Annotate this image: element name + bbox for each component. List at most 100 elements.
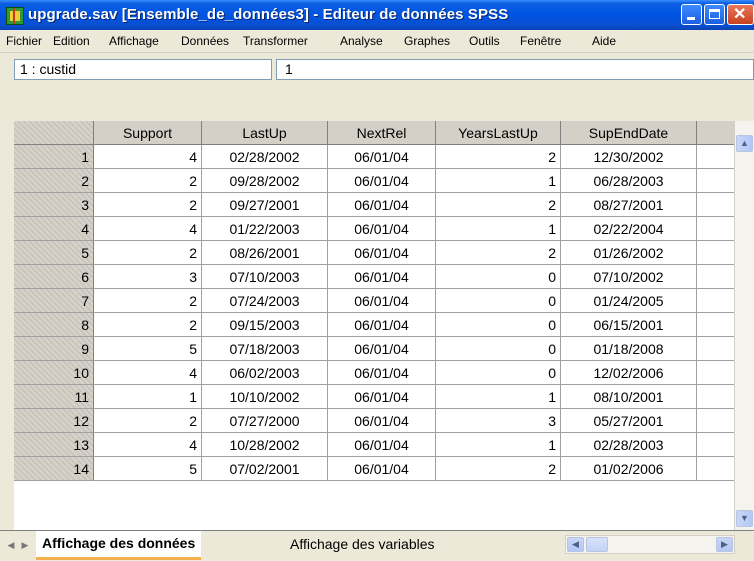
cell-support[interactable]: 2 [94, 169, 202, 193]
cell-support[interactable]: 4 [94, 361, 202, 385]
cell-supenddate[interactable]: 01/26/2002 [561, 241, 697, 265]
cell-yearslastup[interactable]: 0 [436, 337, 561, 361]
cell-yearslastup[interactable]: 0 [436, 265, 561, 289]
menu-edition[interactable]: Edition [53, 34, 90, 48]
cell-nextrel[interactable]: 06/01/04 [328, 241, 436, 265]
cell-nextrel[interactable]: 06/01/04 [328, 457, 436, 481]
cell-empty[interactable] [697, 289, 734, 313]
cell-yearslastup[interactable]: 1 [436, 433, 561, 457]
cell-nextrel[interactable]: 06/01/04 [328, 385, 436, 409]
cell-yearslastup[interactable]: 2 [436, 457, 561, 481]
cell-nextrel[interactable]: 06/01/04 [328, 265, 436, 289]
cell-support[interactable]: 2 [94, 241, 202, 265]
cell-supenddate[interactable]: 05/27/2001 [561, 409, 697, 433]
cell-supenddate[interactable]: 12/30/2002 [561, 145, 697, 169]
cell-nextrel[interactable]: 06/01/04 [328, 361, 436, 385]
cell-supenddate[interactable]: 01/18/2008 [561, 337, 697, 361]
cell-nextrel[interactable]: 06/01/04 [328, 289, 436, 313]
cell-yearslastup[interactable]: 3 [436, 409, 561, 433]
column-header-nextrel[interactable]: NextRel [328, 121, 436, 145]
row-header[interactable]: 12 [14, 409, 94, 433]
cell-lastup[interactable]: 07/27/2000 [202, 409, 328, 433]
cell-empty[interactable] [697, 409, 734, 433]
column-header-supenddate[interactable]: SupEndDate [561, 121, 697, 145]
tab-scroll-right-button[interactable]: ▶ [18, 537, 32, 553]
cell-lastup[interactable]: 09/28/2002 [202, 169, 328, 193]
cell-support[interactable]: 5 [94, 457, 202, 481]
cell-support[interactable]: 4 [94, 433, 202, 457]
row-header[interactable]: 4 [14, 217, 94, 241]
cell-support[interactable]: 4 [94, 217, 202, 241]
cell-empty[interactable] [697, 145, 734, 169]
menu-aide[interactable]: Aide [592, 34, 616, 48]
cell-yearslastup[interactable]: 1 [436, 385, 561, 409]
menu-transformer[interactable]: Transformer [243, 34, 308, 48]
cell-supenddate[interactable]: 08/27/2001 [561, 193, 697, 217]
cell-empty[interactable] [697, 433, 734, 457]
cell-yearslastup[interactable]: 2 [436, 193, 561, 217]
row-header[interactable]: 9 [14, 337, 94, 361]
scroll-left-button[interactable]: ◀ [567, 537, 584, 552]
row-header[interactable]: 3 [14, 193, 94, 217]
cell-empty[interactable] [697, 265, 734, 289]
cell-nextrel[interactable]: 06/01/04 [328, 313, 436, 337]
cell-empty[interactable] [697, 193, 734, 217]
cell-support[interactable]: 4 [94, 145, 202, 169]
cell-supenddate[interactable]: 02/22/2004 [561, 217, 697, 241]
vertical-scrollbar[interactable]: ▲ ▼ [734, 121, 754, 530]
cell-support[interactable]: 1 [94, 385, 202, 409]
menu-graphes[interactable]: Graphes [404, 34, 450, 48]
cell-lastup[interactable]: 09/15/2003 [202, 313, 328, 337]
cell-yearslastup[interactable]: 0 [436, 313, 561, 337]
cell-value-editor[interactable]: 1 [276, 59, 754, 80]
cell-support[interactable]: 3 [94, 265, 202, 289]
cell-supenddate[interactable]: 06/28/2003 [561, 169, 697, 193]
scroll-down-button[interactable]: ▼ [736, 510, 753, 527]
cell-lastup[interactable]: 08/26/2001 [202, 241, 328, 265]
column-header-empty[interactable] [697, 121, 734, 145]
cell-lastup[interactable]: 07/10/2003 [202, 265, 328, 289]
column-header-lastup[interactable]: LastUp [202, 121, 328, 145]
row-header[interactable]: 10 [14, 361, 94, 385]
close-button[interactable]: ✕ [727, 4, 754, 25]
cell-support[interactable]: 5 [94, 337, 202, 361]
menu-donnees[interactable]: Données [181, 34, 229, 48]
cell-nextrel[interactable]: 06/01/04 [328, 217, 436, 241]
cell-nextrel[interactable]: 06/01/04 [328, 337, 436, 361]
cell-supenddate[interactable]: 08/10/2001 [561, 385, 697, 409]
cell-lastup[interactable]: 01/22/2003 [202, 217, 328, 241]
horizontal-scroll-thumb[interactable] [586, 537, 608, 552]
menu-analyse[interactable]: Analyse [340, 34, 383, 48]
cell-yearslastup[interactable]: 2 [436, 241, 561, 265]
cell-lastup[interactable]: 07/24/2003 [202, 289, 328, 313]
scroll-up-button[interactable]: ▲ [736, 135, 753, 152]
minimize-button[interactable] [681, 4, 702, 25]
row-header[interactable]: 13 [14, 433, 94, 457]
cell-supenddate[interactable]: 07/10/2002 [561, 265, 697, 289]
spss-app-icon[interactable] [6, 7, 24, 25]
cell-supenddate[interactable]: 12/02/2006 [561, 361, 697, 385]
menu-fenetre[interactable]: Fenêtre [520, 34, 561, 48]
menu-outils[interactable]: Outils [469, 34, 500, 48]
cell-support[interactable]: 2 [94, 409, 202, 433]
cell-empty[interactable] [697, 385, 734, 409]
row-header[interactable]: 2 [14, 169, 94, 193]
cell-empty[interactable] [697, 337, 734, 361]
menu-fichier[interactable]: Fichier [6, 34, 42, 48]
row-header[interactable]: 7 [14, 289, 94, 313]
cell-empty[interactable] [697, 217, 734, 241]
tab-scroll-left-button[interactable]: ◀ [4, 537, 18, 553]
cell-lastup[interactable]: 10/28/2002 [202, 433, 328, 457]
menu-affichage[interactable]: Affichage [109, 34, 159, 48]
cell-empty[interactable] [697, 361, 734, 385]
cell-yearslastup[interactable]: 0 [436, 289, 561, 313]
column-header-yearslastup[interactable]: YearsLastUp [436, 121, 561, 145]
cell-nextrel[interactable]: 06/01/04 [328, 409, 436, 433]
row-header[interactable]: 11 [14, 385, 94, 409]
cell-nextrel[interactable]: 06/01/04 [328, 193, 436, 217]
cell-lastup[interactable]: 09/27/2001 [202, 193, 328, 217]
cell-supenddate[interactable]: 01/24/2005 [561, 289, 697, 313]
maximize-button[interactable] [704, 4, 725, 25]
cell-empty[interactable] [697, 169, 734, 193]
cell-lastup[interactable]: 07/18/2003 [202, 337, 328, 361]
